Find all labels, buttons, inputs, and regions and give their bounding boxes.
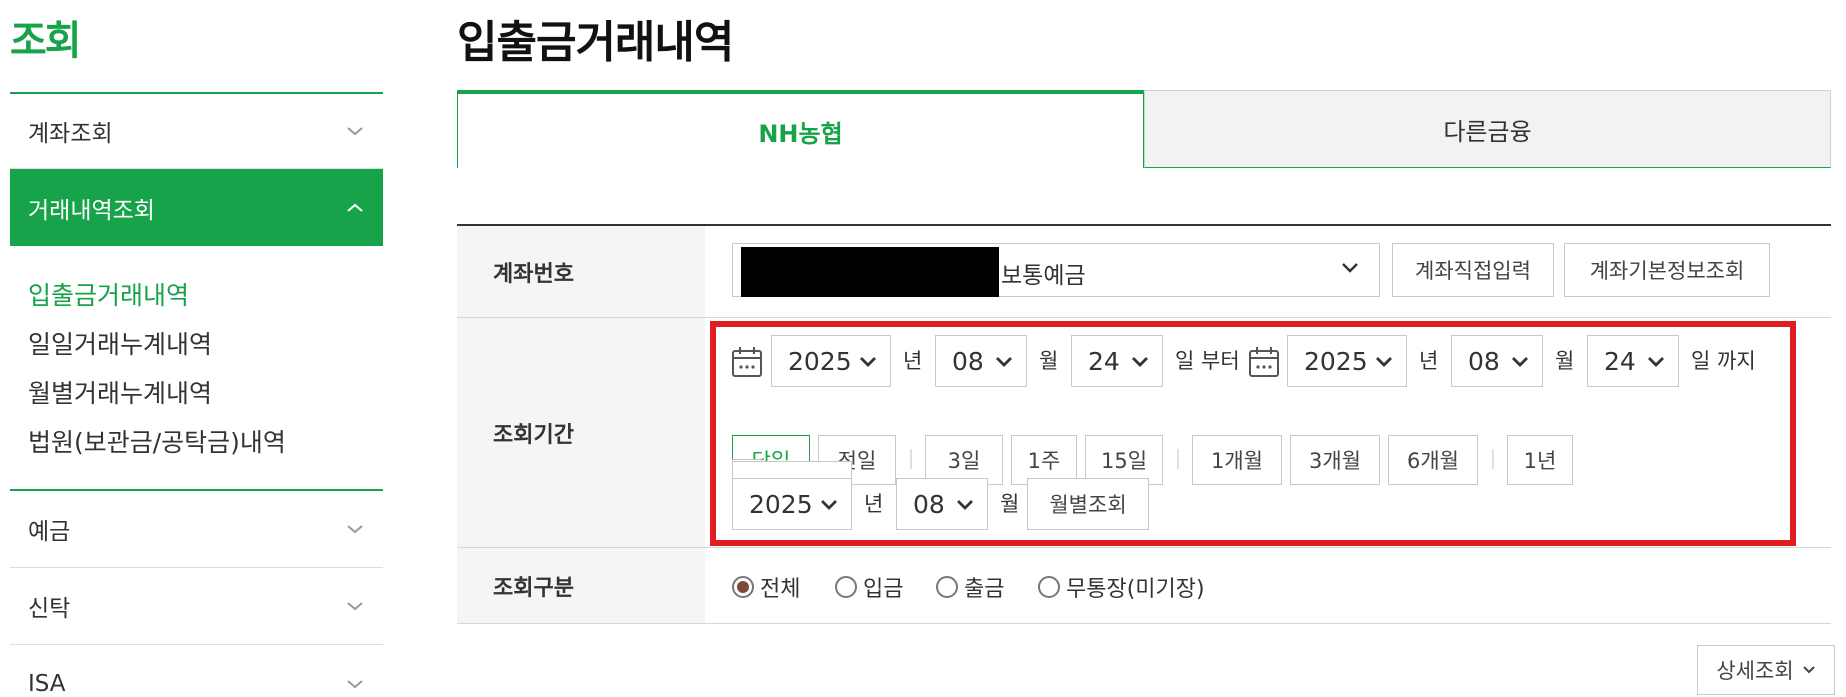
sidebar-item-label: 거래내역조회 (28, 197, 155, 224)
radio-deposit[interactable]: 입금 (835, 571, 903, 603)
tab-bar: NH농협 다른금융 (457, 90, 1831, 168)
chevron-down-icon (1802, 666, 1815, 674)
detail-inquiry-label: 상세조회 (1716, 659, 1794, 683)
chevron-down-icon (1512, 356, 1528, 367)
account-direct-input-button[interactable]: 계좌직접입력 (1392, 243, 1554, 297)
sidebar-title: 조회 (10, 18, 82, 64)
unit-month: 월 (1555, 349, 1575, 373)
unit-month: 월 (1039, 349, 1059, 373)
from-month-select[interactable]: 08 (935, 335, 1027, 387)
chevron-down-icon (345, 124, 365, 138)
to-year-value: 2025 (1304, 346, 1368, 376)
period-label: 조회기간 (457, 318, 705, 547)
from-year-select[interactable]: 2025 (771, 335, 891, 387)
radio-label: 입금 (863, 577, 904, 602)
sidebar-item-transaction-inquiry[interactable]: 거래내역조회 (10, 169, 383, 246)
divider (910, 449, 912, 469)
calendar-icon[interactable] (1247, 345, 1281, 379)
from-year-value: 2025 (788, 346, 852, 376)
account-type-text: 보통예금 (1001, 263, 1086, 289)
sidebar-item-label: 계좌조회 (28, 121, 113, 147)
chevron-down-icon (1648, 356, 1664, 367)
radio-indicator[interactable] (936, 576, 958, 598)
calendar-icon[interactable] (730, 345, 764, 379)
radio-label: 무통장(미기장) (1066, 577, 1205, 602)
sidebar-item-label: 예금 (28, 519, 71, 545)
radio-indicator[interactable] (732, 576, 754, 598)
account-basic-info-button[interactable]: 계좌기본정보조회 (1564, 243, 1770, 297)
chevron-down-icon (996, 356, 1012, 367)
from-day-select[interactable]: 24 (1071, 335, 1163, 387)
chevron-down-icon (860, 356, 876, 367)
sidebar-item-trust[interactable]: 신탁 (10, 568, 383, 645)
period-row: 조회기간 2025 년 08 월 24 일 부터 2025 년 08 월 24 … (457, 318, 1831, 548)
account-label: 계좌번호 (457, 226, 705, 317)
monthly-month-select[interactable]: 08 (896, 478, 988, 530)
to-month-value: 08 (1468, 346, 1500, 376)
quick-6months-button[interactable]: 6개월 (1388, 435, 1478, 485)
unit-month: 월 (1000, 492, 1020, 516)
tab-nh[interactable]: NH농협 (457, 90, 1144, 168)
sidebar-item-isa[interactable]: ISA (10, 645, 383, 697)
radio-withdrawal[interactable]: 출금 (936, 571, 1004, 603)
radio-indicator[interactable] (835, 576, 857, 598)
unit-year: 년 (903, 349, 923, 373)
quick-1year-button[interactable]: 1년 (1507, 435, 1573, 485)
chevron-down-icon (345, 599, 365, 613)
chevron-down-icon (821, 499, 837, 510)
monthly-year-select[interactable]: 2025 (732, 478, 852, 530)
quick-3months-button[interactable]: 3개월 (1290, 435, 1380, 485)
monthly-inquiry-button[interactable]: 월별조회 (1027, 478, 1149, 530)
monthly-year-value: 2025 (749, 489, 813, 519)
chevron-down-icon (345, 677, 365, 691)
inquiry-form: 계좌번호 보통예금 계좌직접입력 계좌기본정보조회 조회기간 2025 년 08… (457, 224, 1831, 624)
chevron-down-icon (957, 499, 973, 510)
sidebar-sub-item-monthly-cumulative[interactable]: 월별거래누계내역 (28, 369, 383, 418)
radio-label: 출금 (964, 577, 1005, 602)
to-day-value: 24 (1604, 346, 1636, 376)
radio-indicator[interactable] (1038, 576, 1060, 598)
unit-year: 년 (864, 492, 884, 516)
type-label: 조회구분 (457, 548, 705, 623)
to-day-select[interactable]: 24 (1587, 335, 1679, 387)
from-day-value: 24 (1088, 346, 1120, 376)
unit-year: 년 (1419, 349, 1439, 373)
chevron-down-icon (345, 522, 365, 536)
radio-all[interactable]: 전체 (732, 571, 800, 603)
from-month-value: 08 (952, 346, 984, 376)
redacted-account-number (741, 247, 999, 297)
chevron-down-icon (1132, 356, 1148, 367)
sidebar-item-label: 신탁 (28, 596, 71, 622)
tab-other-finance[interactable]: 다른금융 (1144, 90, 1831, 168)
divider (1492, 449, 1494, 469)
chevron-down-icon (1376, 356, 1392, 367)
to-year-select[interactable]: 2025 (1287, 335, 1407, 387)
account-select[interactable]: 보통예금 (732, 243, 1380, 297)
to-month-select[interactable]: 08 (1451, 335, 1543, 387)
chevron-up-icon (345, 201, 365, 215)
sidebar-sub-list: 입출금거래내역 일일거래누계내역 월별거래누계내역 법원(보관금/공탁금)내역 (10, 246, 383, 491)
account-row: 계좌번호 보통예금 계좌직접입력 계좌기본정보조회 (457, 226, 1831, 318)
quick-1month-button[interactable]: 1개월 (1192, 435, 1282, 485)
type-row: 조회구분 전체 입금 출금 무통장(미기장) (457, 548, 1831, 624)
divider (1177, 449, 1179, 469)
unit-day-from: 일 부터 (1175, 349, 1240, 373)
radio-label: 전체 (760, 577, 801, 602)
sidebar-sub-item-court[interactable]: 법원(보관금/공탁금)내역 (28, 418, 383, 467)
sidebar-item-account-inquiry[interactable]: 계좌조회 (10, 92, 383, 169)
page-title: 입출금거래내역 (457, 17, 734, 68)
detail-inquiry-button[interactable]: 상세조회 (1697, 645, 1835, 695)
sidebar-sub-item-deposit-withdrawal[interactable]: 입출금거래내역 (28, 271, 383, 320)
sidebar: 계좌조회 거래내역조회 입출금거래내역 일일거래누계내역 월별거래누계내역 법원… (10, 92, 383, 697)
monthly-month-value: 08 (913, 489, 945, 519)
radio-passbookless[interactable]: 무통장(미기장) (1038, 571, 1205, 603)
chevron-down-icon (1339, 260, 1361, 279)
sidebar-item-label: ISA (28, 670, 66, 697)
sidebar-item-deposit[interactable]: 예금 (10, 491, 383, 568)
sidebar-sub-item-daily-cumulative[interactable]: 일일거래누계내역 (28, 320, 383, 369)
unit-day-to: 일 까지 (1691, 349, 1756, 373)
